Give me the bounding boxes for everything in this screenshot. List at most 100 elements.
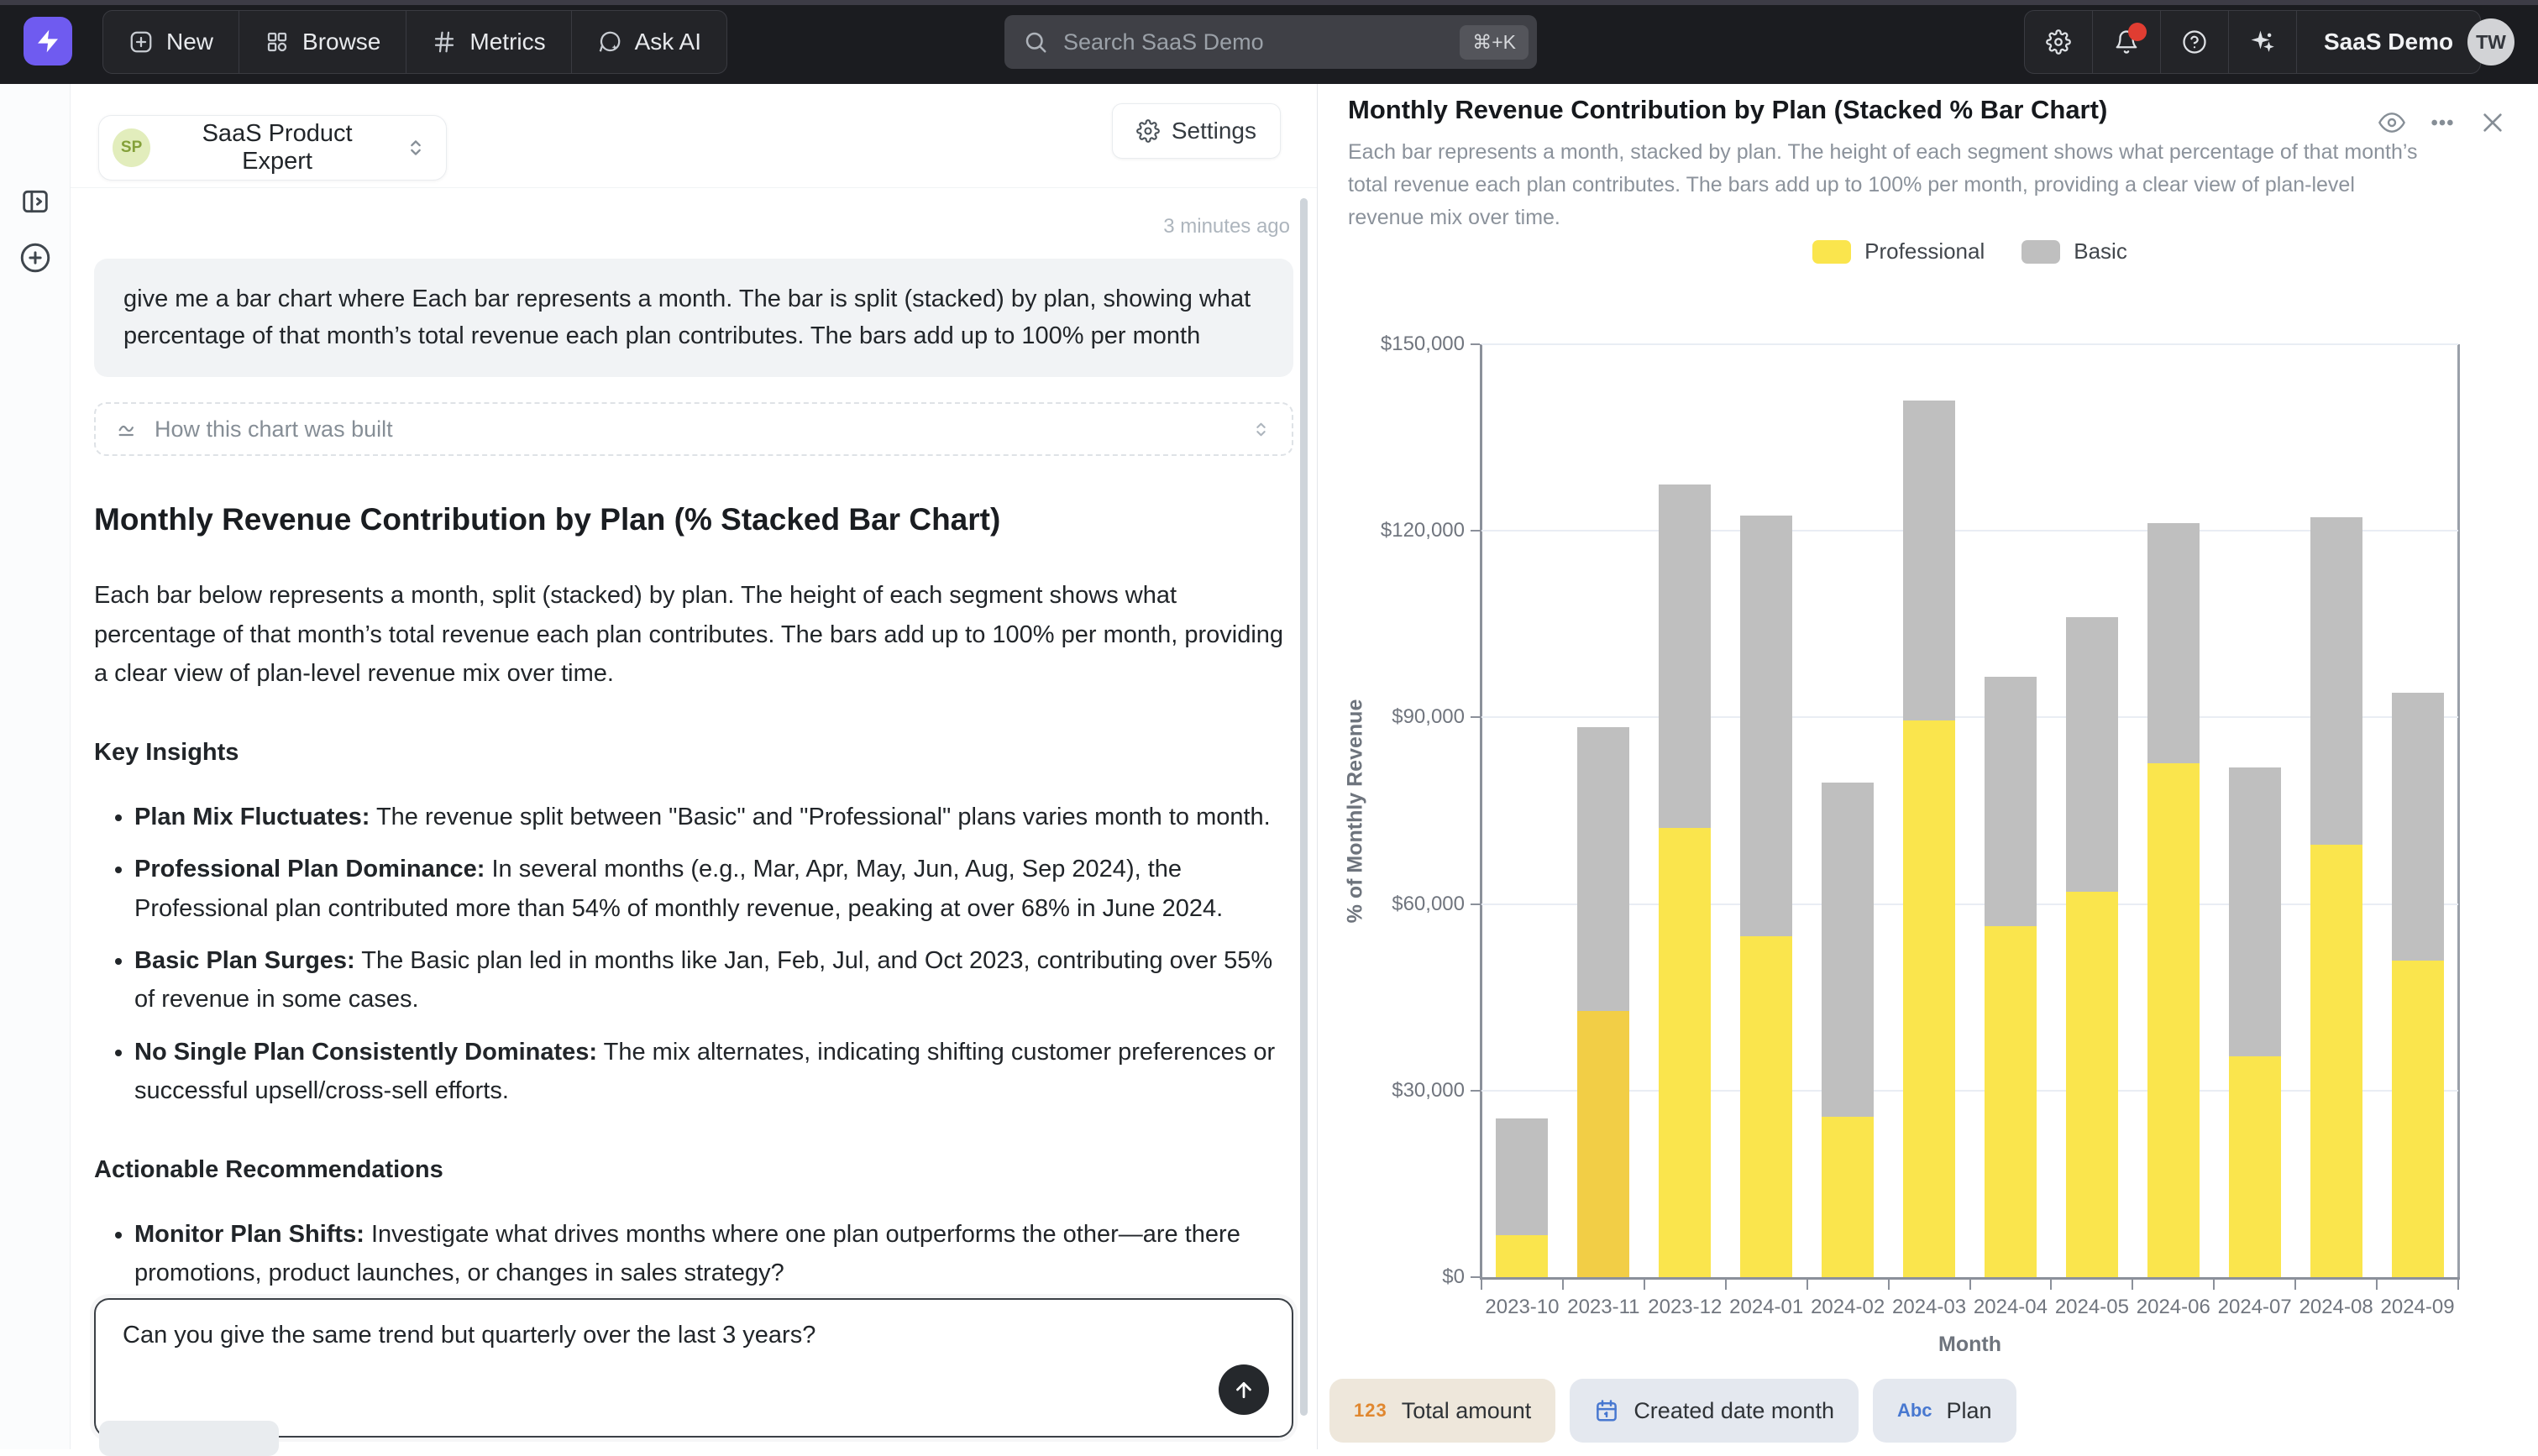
ai-assistant-button[interactable] <box>2229 11 2297 73</box>
segment-basic[interactable] <box>2147 523 2200 764</box>
segment-professional[interactable] <box>2066 892 2118 1277</box>
nav-metrics-button[interactable]: Metrics <box>406 11 571 73</box>
field-tag-created-date-month[interactable]: Created date month <box>1570 1379 1859 1443</box>
segment-professional[interactable] <box>1903 720 1955 1277</box>
x-tick <box>1481 1280 1482 1290</box>
user-avatar[interactable]: TW <box>2467 18 2514 65</box>
nav-new-button[interactable]: New <box>103 11 239 73</box>
y-tick <box>1471 1090 1480 1092</box>
search-shortcut-badge: ⌘+K <box>1460 25 1529 60</box>
y-tick <box>1471 716 1480 718</box>
bar-2024-03[interactable] <box>1903 344 1955 1277</box>
segment-professional[interactable] <box>1577 1011 1629 1277</box>
search-placeholder: Search SaaS Demo <box>1063 29 1460 55</box>
segment-basic[interactable] <box>2229 767 2281 1056</box>
bar-2023-10[interactable] <box>1496 344 1548 1277</box>
more-options-button[interactable] <box>2425 106 2459 139</box>
segment-professional[interactable] <box>2392 961 2444 1277</box>
chevron-updown-icon <box>1251 419 1272 440</box>
x-tick <box>2376 1280 2378 1290</box>
bar-2024-07[interactable] <box>2229 344 2281 1277</box>
help-button[interactable] <box>2161 11 2229 73</box>
left-rail <box>0 84 71 1449</box>
segment-professional[interactable] <box>2310 845 2362 1278</box>
segment-basic[interactable] <box>1740 516 1792 936</box>
segment-basic[interactable] <box>1577 727 1629 1011</box>
segment-professional[interactable] <box>1740 936 1792 1277</box>
y-tick <box>1471 903 1480 905</box>
chat-scrollbar[interactable] <box>1300 198 1308 1416</box>
new-thread-button[interactable] <box>18 240 53 275</box>
list-item: No Single Plan Consistently Dominates: T… <box>134 1033 1293 1111</box>
app-logo[interactable] <box>24 17 72 65</box>
legend-swatch <box>1812 240 1851 264</box>
segment-professional[interactable] <box>2229 1056 2281 1277</box>
chat-input[interactable]: Can you give the same trend but quarterl… <box>94 1298 1293 1438</box>
field-tags: 123 Total amount Created date month Abc … <box>1329 1379 2016 1443</box>
nav-ask-ai-button[interactable]: Ask AI <box>572 11 726 73</box>
settings-label: Settings <box>1172 118 1256 144</box>
segment-basic[interactable] <box>2066 617 2118 892</box>
x-tick-label: 2023-10 <box>1485 1296 1559 1319</box>
x-tick-label: 2024-05 <box>2055 1296 2129 1319</box>
segment-basic[interactable] <box>2392 693 2444 961</box>
list-item: Professional Plan Dominance: In several … <box>134 850 1293 928</box>
segment-basic[interactable] <box>1659 484 1711 828</box>
settings-button[interactable]: Settings <box>1112 103 1281 159</box>
nav-browse-label: Browse <box>302 29 380 55</box>
field-tag-total-amount[interactable]: 123 Total amount <box>1329 1379 1555 1443</box>
segment-professional[interactable] <box>1496 1235 1548 1277</box>
notifications-button[interactable] <box>2093 11 2161 73</box>
segment-professional[interactable] <box>1985 926 2037 1277</box>
chat-input-value: Can you give the same trend but quarterl… <box>123 1322 1265 1349</box>
legend-swatch <box>2021 240 2060 264</box>
y-tick-label: $30,000 <box>1301 1079 1465 1102</box>
bar-2024-05[interactable] <box>2066 344 2118 1277</box>
send-button[interactable] <box>1219 1364 1269 1415</box>
bar-2024-09[interactable] <box>2392 344 2444 1277</box>
x-tick-label: 2023-11 <box>1567 1296 1639 1319</box>
bar-2023-12[interactable] <box>1659 344 1711 1277</box>
field-tag-plan[interactable]: Abc Plan <box>1873 1379 2016 1443</box>
bar-2024-06[interactable] <box>2147 344 2200 1277</box>
help-circle-icon <box>2182 29 2207 55</box>
stacked-bar-chart: % of Monthly Revenue Month $0$30,000$60,… <box>1481 344 2458 1277</box>
list-item: Plan Mix Fluctuates: The revenue split b… <box>134 798 1293 836</box>
segment-basic[interactable] <box>2310 517 2362 845</box>
nav-browse-button[interactable]: Browse <box>239 11 406 73</box>
segment-basic[interactable] <box>1822 783 1874 1117</box>
toggle-threads-sidebar-button[interactable] <box>18 185 52 218</box>
bar-2024-02[interactable] <box>1822 344 1874 1277</box>
bar-2023-11[interactable] <box>1577 344 1629 1277</box>
segment-basic[interactable] <box>1496 1118 1548 1235</box>
bar-2024-01[interactable] <box>1740 344 1792 1277</box>
x-tick-label: 2024-06 <box>2137 1296 2210 1319</box>
agent-selector[interactable]: SP SaaS Product Expert <box>98 115 447 181</box>
ellipsis-icon <box>2429 109 2456 136</box>
y-axis-line <box>1480 344 1482 1277</box>
x-tick <box>2457 1280 2459 1290</box>
legend-item-basic[interactable]: Basic <box>2021 238 2127 264</box>
chat-sparkle-icon <box>597 29 622 55</box>
settings-gear-button[interactable] <box>2025 11 2093 73</box>
global-search-input[interactable]: Search SaaS Demo ⌘+K <box>1004 15 1537 69</box>
list-item: Monitor Plan Shifts: Investigate what dr… <box>134 1215 1293 1293</box>
segment-basic[interactable] <box>1985 677 2037 926</box>
bar-2024-08[interactable] <box>2310 344 2362 1277</box>
view-chart-button[interactable] <box>2375 106 2409 139</box>
eye-icon <box>2378 109 2405 136</box>
legend-item-professional[interactable]: Professional <box>1812 238 1985 264</box>
x-tick-label: 2023-12 <box>1648 1296 1722 1319</box>
key-insights-list: Plan Mix Fluctuates: The revenue split b… <box>94 798 1293 1111</box>
chat-panel: SP SaaS Product Expert Settings 3 minute… <box>71 84 1317 1449</box>
segment-professional[interactable] <box>1822 1117 1874 1277</box>
close-panel-button[interactable] <box>2476 106 2509 139</box>
plus-circle-icon <box>18 240 53 275</box>
chat-messages: 3 minutes ago give me a bar chart where … <box>94 188 1293 1296</box>
segment-professional[interactable] <box>2147 763 2200 1277</box>
how-chart-built-toggle[interactable]: How this chart was built <box>94 402 1293 456</box>
bar-2024-04[interactable] <box>1985 344 2037 1277</box>
segment-professional[interactable] <box>1659 828 1711 1277</box>
segment-basic[interactable] <box>1903 401 1955 720</box>
workspace-button[interactable]: SaaS Demo <box>2297 11 2480 73</box>
